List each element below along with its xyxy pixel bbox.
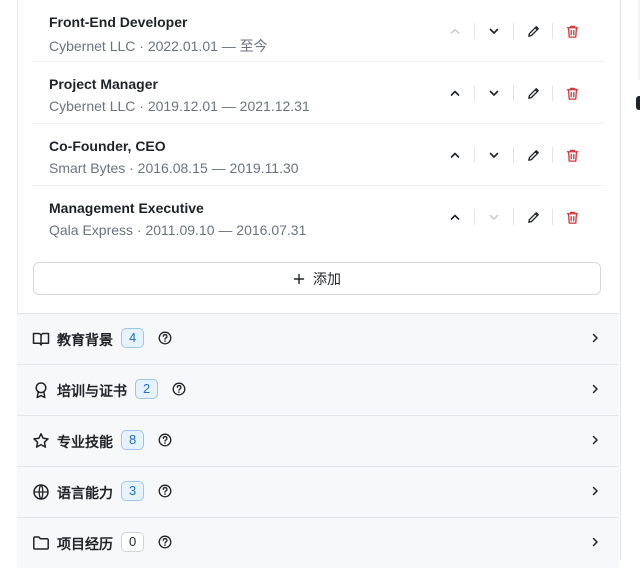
count-badge: 0 <box>121 532 145 552</box>
action-divider <box>513 147 514 163</box>
chevron-right-icon <box>592 486 598 496</box>
section-label: 语言能力 <box>57 485 113 501</box>
count-badge: 4 <box>121 328 145 348</box>
pencil-icon <box>527 211 539 223</box>
trash-icon <box>566 25 578 38</box>
chevron-up-icon <box>450 214 460 220</box>
action-divider <box>513 85 514 101</box>
pencil-icon <box>527 149 539 161</box>
experience-item: Front-End Developer Cybernet LLC · 2022.… <box>32 0 604 62</box>
help-circle-icon[interactable] <box>158 484 172 498</box>
trash-icon <box>566 149 578 162</box>
trash-icon <box>566 87 578 100</box>
action-divider <box>552 85 553 101</box>
help-circle-icon[interactable] <box>172 382 186 396</box>
experience-subtitle: Cybernet LLC · 2022.01.01 — 至今 <box>49 38 268 54</box>
experience-item: Co-Founder, CEO Smart Bytes · 2016.08.15… <box>32 124 604 186</box>
experience-subtitle: Smart Bytes · 2016.08.15 — 2019.11.30 <box>49 160 299 176</box>
experience-actions <box>443 142 584 168</box>
action-divider <box>474 147 475 163</box>
experience-title: Management Executive <box>49 200 204 216</box>
action-divider <box>474 85 475 101</box>
experience-item: Management Executive Qala Express · 2011… <box>32 186 604 247</box>
section-label: 培训与证书 <box>57 383 127 399</box>
experience-actions <box>443 204 584 230</box>
experience-title: Project Manager <box>49 76 158 92</box>
action-divider <box>552 147 553 163</box>
move-down-button[interactable] <box>482 81 506 105</box>
action-divider <box>552 209 553 225</box>
section-label: 项目经历 <box>57 536 113 552</box>
work-experience-list: Front-End Developer Cybernet LLC · 2022.… <box>32 0 604 247</box>
delete-button[interactable] <box>560 205 584 229</box>
move-down-button[interactable] <box>482 205 506 229</box>
chevron-right-icon <box>592 435 598 445</box>
delete-button[interactable] <box>560 81 584 105</box>
add-experience-button[interactable]: 添加 <box>33 262 601 295</box>
experience-subtitle: Cybernet LLC · 2019.12.01 — 2021.12.31 <box>49 98 310 114</box>
experience-actions <box>443 18 584 44</box>
count-badge: 2 <box>135 379 159 399</box>
trash-icon <box>566 211 578 224</box>
help-circle-icon[interactable] <box>158 433 172 447</box>
delete-button[interactable] <box>560 143 584 167</box>
chevron-down-icon <box>489 90 499 96</box>
side-tab-marker <box>636 96 640 110</box>
section-projects[interactable]: 项目经历 0 <box>17 517 619 568</box>
section-languages[interactable]: 语言能力 3 <box>17 466 619 517</box>
award-icon <box>35 382 47 399</box>
edit-button[interactable] <box>521 81 545 105</box>
chevron-down-icon <box>489 214 499 220</box>
section-label: 专业技能 <box>57 434 113 450</box>
count-badge: 8 <box>121 430 145 450</box>
chevron-up-icon <box>450 152 460 158</box>
chevron-right-icon <box>592 537 598 547</box>
experience-title: Front-End Developer <box>49 14 188 30</box>
move-up-button[interactable] <box>443 143 467 167</box>
chevron-right-icon <box>592 333 598 343</box>
section-education[interactable]: 教育背景 4 <box>17 313 619 364</box>
folder-icon <box>33 536 49 550</box>
action-divider <box>513 209 514 225</box>
action-divider <box>513 23 514 39</box>
edit-button[interactable] <box>521 205 545 229</box>
section-certificates[interactable]: 培训与证书 2 <box>17 364 619 415</box>
chevron-right-icon <box>592 384 598 394</box>
chevron-down-icon <box>489 152 499 158</box>
move-up-button[interactable] <box>443 205 467 229</box>
delete-button[interactable] <box>560 19 584 43</box>
move-up-button[interactable] <box>443 81 467 105</box>
chevron-up-icon <box>450 90 460 96</box>
edit-button[interactable] <box>521 143 545 167</box>
add-button-label: 添加 <box>313 270 341 287</box>
section-skills[interactable]: 专业技能 8 <box>17 415 619 466</box>
move-down-button[interactable] <box>482 143 506 167</box>
book-open-icon <box>32 332 50 346</box>
pencil-icon <box>527 87 539 99</box>
experience-actions <box>443 80 584 106</box>
globe-icon <box>33 484 49 500</box>
chevron-up-icon <box>450 28 460 34</box>
action-divider <box>552 23 553 39</box>
star-icon <box>33 433 49 448</box>
move-up-button[interactable] <box>443 19 467 43</box>
section-label: 教育背景 <box>57 332 113 348</box>
experience-item: Project Manager Cybernet LLC · 2019.12.0… <box>32 62 604 124</box>
action-divider <box>474 209 475 225</box>
experience-title: Co-Founder, CEO <box>49 138 166 154</box>
plus-icon <box>293 273 305 285</box>
action-divider <box>474 23 475 39</box>
help-circle-icon[interactable] <box>158 331 172 345</box>
count-badge: 3 <box>121 481 145 501</box>
experience-subtitle: Qala Express · 2011.09.10 — 2016.07.31 <box>49 222 307 238</box>
pencil-icon <box>527 25 539 37</box>
chevron-down-icon <box>489 28 499 34</box>
edit-button[interactable] <box>521 19 545 43</box>
move-down-button[interactable] <box>482 19 506 43</box>
help-circle-icon[interactable] <box>158 535 172 549</box>
resume-sections: 教育背景 4 培训与证书 2 专业技能 8 语言能力 3 项目经历 0 <box>17 313 619 568</box>
